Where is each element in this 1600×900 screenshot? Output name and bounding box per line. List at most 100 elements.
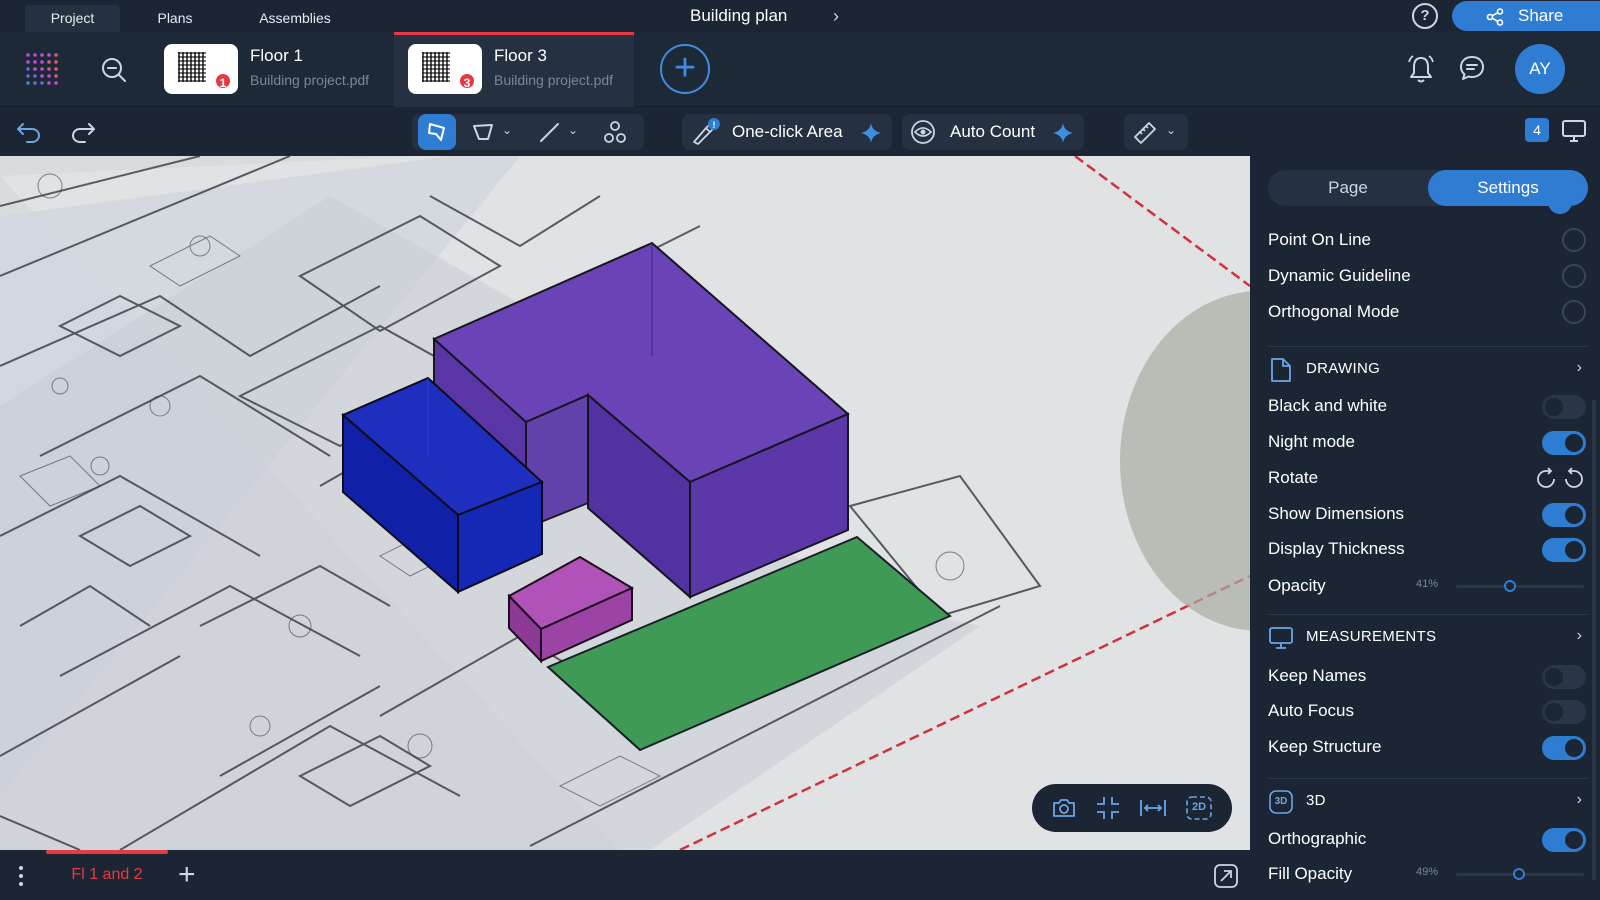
- tab-project[interactable]: Project: [25, 5, 120, 32]
- tab-plans[interactable]: Plans: [140, 5, 210, 32]
- fit-width-icon[interactable]: [1139, 797, 1167, 819]
- row-label: Keep Structure: [1268, 737, 1382, 756]
- hidden-row-toggle[interactable]: [1548, 202, 1572, 214]
- plan-canvas[interactable]: 2D: [0, 156, 1250, 850]
- user-avatar[interactable]: AY: [1515, 44, 1565, 94]
- one-click-area-label: One-click Area: [732, 122, 843, 141]
- more-options-icon[interactable]: [19, 866, 23, 886]
- document-icon: [1271, 358, 1291, 382]
- point-on-line-radio[interactable]: [1562, 228, 1586, 252]
- line-tool-icon: [540, 123, 559, 142]
- page-count-badge: 4: [1525, 118, 1549, 142]
- file-tab-floor-3[interactable]: 3 Floor 3 Building project.pdf: [394, 32, 634, 107]
- rotate-counterclockwise-icon[interactable]: [1562, 467, 1586, 491]
- monitor-icon[interactable]: [1560, 118, 1588, 144]
- polygon-tool-button[interactable]: [464, 114, 502, 150]
- panel-tab-switch: Page Settings: [1268, 170, 1588, 206]
- row-label: Night mode: [1268, 432, 1355, 451]
- row-point-on-line: Point On Line: [1268, 222, 1588, 258]
- redo-button[interactable]: [64, 114, 102, 150]
- display-thickness-toggle[interactable]: [1542, 538, 1586, 562]
- help-icon[interactable]: ?: [1412, 3, 1438, 29]
- share-icon: [1486, 8, 1504, 26]
- rotate-clockwise-icon[interactable]: [1534, 467, 1558, 491]
- page-tab-fl-1-and-2[interactable]: Fl 1 and 2: [46, 850, 168, 900]
- row-keep-names: Keep Names: [1268, 658, 1588, 694]
- add-page-button[interactable]: +: [178, 860, 196, 890]
- section-measurements[interactable]: MEASUREMENTS ›: [1268, 614, 1588, 654]
- chevron-down-icon[interactable]: ⌄: [1166, 123, 1176, 137]
- tab-assemblies[interactable]: Assemblies: [245, 5, 345, 32]
- row-night-mode: Night mode: [1268, 424, 1588, 460]
- plan-thumbnail-icon: [178, 52, 206, 82]
- file-title: Floor 1: [250, 46, 303, 65]
- row-label: Show Dimensions: [1268, 504, 1405, 523]
- one-click-area-button[interactable]: ! One-click Area: [682, 114, 892, 150]
- document-title[interactable]: Building plan: [690, 6, 787, 26]
- slider-knob[interactable]: [1512, 868, 1525, 880]
- panel-scrollbar[interactable]: [1592, 400, 1596, 880]
- chevron-right-icon: ›: [1576, 627, 1582, 644]
- chevron-down-icon[interactable]: ⌄: [568, 123, 578, 137]
- chevron-down-icon[interactable]: ⌄: [502, 123, 512, 137]
- show-dimensions-toggle[interactable]: [1542, 503, 1586, 527]
- row-auto-focus: Auto Focus: [1268, 693, 1588, 729]
- svg-text:!: !: [713, 120, 716, 130]
- tab-page[interactable]: Page: [1268, 170, 1428, 206]
- keep-names-toggle[interactable]: [1542, 665, 1586, 689]
- undo-button[interactable]: [10, 114, 48, 150]
- chevron-right-icon[interactable]: ›: [824, 4, 848, 28]
- camera-icon[interactable]: [1051, 796, 1077, 820]
- auto-count-eye-icon: [911, 120, 935, 144]
- orthogonal-mode-radio[interactable]: [1562, 300, 1586, 324]
- row-label: Keep Names: [1268, 666, 1367, 685]
- auto-count-button[interactable]: Auto Count: [902, 114, 1084, 150]
- icon-3d-label: 3D: [1274, 796, 1288, 807]
- row-dynamic-guideline: Dynamic Guideline: [1268, 258, 1588, 294]
- chevron-right-icon: ›: [1576, 359, 1582, 376]
- app-logo-icon[interactable]: [25, 52, 61, 88]
- tab-settings[interactable]: Settings: [1428, 170, 1588, 206]
- section-title: MEASUREMENTS: [1306, 628, 1437, 645]
- orthographic-toggle[interactable]: [1542, 828, 1586, 852]
- polygon-tool-icon: [473, 124, 493, 140]
- row-label: Rotate: [1268, 468, 1319, 487]
- comments-icon[interactable]: [1458, 54, 1486, 82]
- row-opacity: Opacity 41%: [1268, 568, 1588, 604]
- add-file-button[interactable]: +: [660, 44, 710, 94]
- black-and-white-toggle[interactable]: [1542, 395, 1586, 419]
- monitor-icon: [1269, 627, 1293, 649]
- file-title: Floor 3: [494, 46, 547, 65]
- file-tab-floor-1[interactable]: 1 Floor 1 Building project.pdf: [150, 32, 390, 107]
- zoom-out-icon[interactable]: [100, 56, 128, 84]
- keep-structure-toggle[interactable]: [1542, 736, 1586, 760]
- section-title: DRAWING: [1306, 360, 1381, 377]
- ruler-tool-group[interactable]: ⌄: [1124, 114, 1188, 150]
- notification-badge: 3: [458, 72, 476, 90]
- export-view-icon[interactable]: [1212, 862, 1240, 890]
- section-3d[interactable]: 3D 3D ›: [1268, 778, 1588, 818]
- row-label: Display Thickness: [1268, 539, 1405, 558]
- toggle-2d-button[interactable]: 2D: [1185, 795, 1213, 821]
- chevron-right-icon: ›: [1576, 791, 1582, 808]
- fit-to-screen-icon[interactable]: [1095, 795, 1121, 821]
- night-mode-toggle[interactable]: [1542, 431, 1586, 455]
- floor-plan-drawing[interactable]: [0, 156, 1250, 850]
- fill-opacity-slider[interactable]: 49%: [1416, 864, 1586, 884]
- view-controls: 2D: [1032, 784, 1232, 832]
- file-subtitle: Building project.pdf: [494, 72, 614, 88]
- auto-focus-toggle[interactable]: [1542, 700, 1586, 724]
- share-button[interactable]: Share: [1452, 1, 1600, 31]
- slider-knob[interactable]: [1503, 580, 1516, 592]
- line-tool-button[interactable]: [530, 114, 568, 150]
- app-root: Project Plans Assemblies Building plan ›…: [0, 0, 1600, 900]
- dynamic-guideline-radio[interactable]: [1562, 264, 1586, 288]
- section-drawing[interactable]: DRAWING ›: [1268, 346, 1588, 386]
- area-tool-button[interactable]: [418, 114, 456, 150]
- file-subtitle: Building project.pdf: [250, 72, 370, 88]
- row-display-thickness: Display Thickness: [1268, 531, 1588, 567]
- count-tool-button[interactable]: [596, 114, 634, 150]
- one-click-area-icon: !: [693, 118, 720, 145]
- opacity-slider[interactable]: 41%: [1416, 576, 1586, 596]
- notification-bell-icon[interactable]: [1407, 54, 1435, 84]
